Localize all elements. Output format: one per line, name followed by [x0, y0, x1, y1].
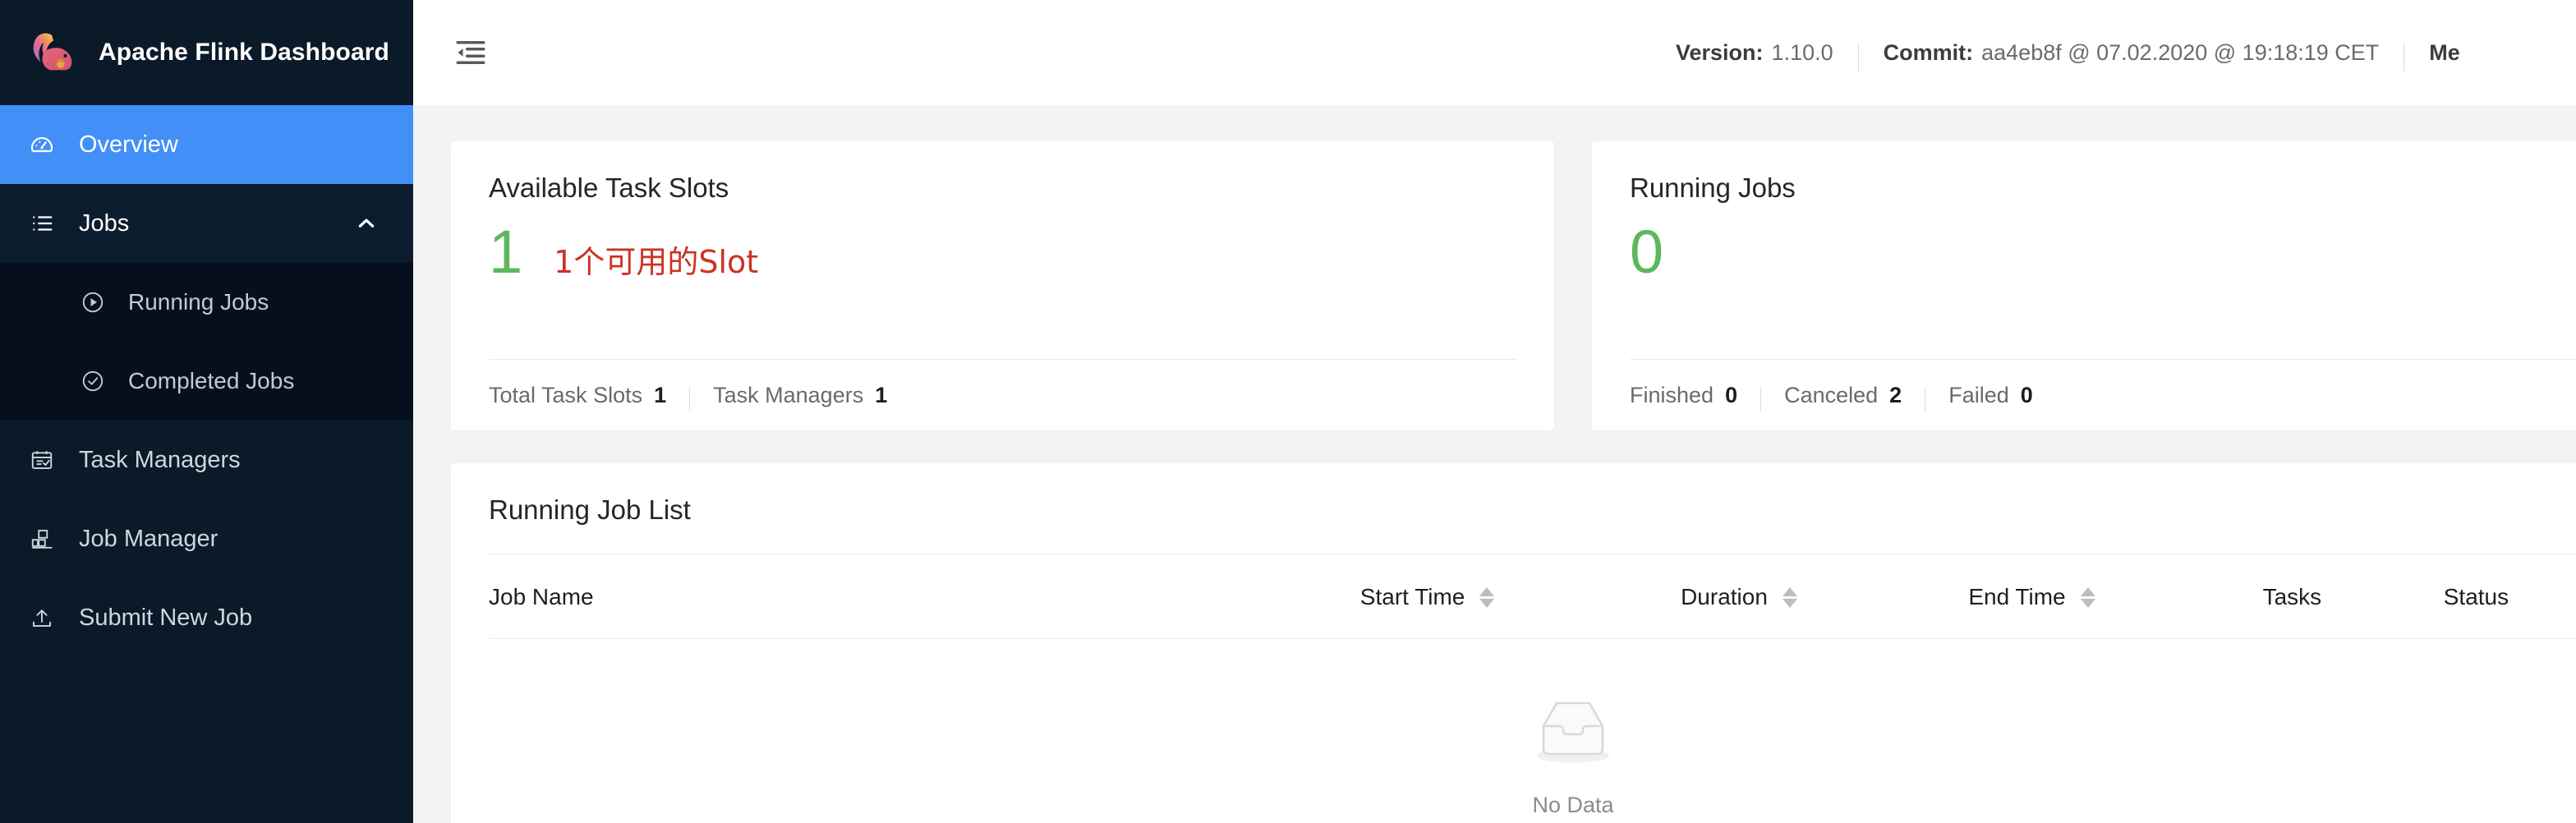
sort-arrows-icon[interactable]: [2080, 586, 2095, 608]
empty-state: No Data: [489, 639, 2576, 818]
stat-total-task-slots: Total Task Slots 1: [489, 383, 666, 408]
list-icon: [28, 209, 56, 237]
stat-label: Total Task Slots: [489, 382, 643, 407]
calendar-check-icon: [28, 446, 56, 474]
stat-label: Finished: [1630, 382, 1714, 407]
brand[interactable]: Apache Flink Dashboard: [0, 0, 413, 105]
stat-finished: Finished 0: [1630, 383, 1737, 408]
stat-value: 0: [2020, 382, 2033, 407]
available-slots-value: 1: [489, 218, 523, 286]
column-header-status[interactable]: Status: [2443, 554, 2576, 639]
sidebar-item-jobs[interactable]: Jobs: [0, 184, 413, 263]
commit-value: aa4eb8f @ 07.02.2020 @ 19:18:19 CET: [1981, 39, 2380, 65]
stat-label: Task Managers: [713, 382, 864, 407]
sidebar-item-label: Completed Jobs: [128, 368, 295, 393]
commit-meta: Commit: aa4eb8f @ 07.02.2020 @ 19:18:19 …: [1884, 40, 2380, 66]
column-label: Status: [2443, 584, 2509, 609]
column-label: Job Name: [489, 584, 594, 609]
topbar: Version: 1.10.0 Commit: aa4eb8f @ 07.02.…: [413, 0, 2576, 105]
stat-value: 1: [875, 382, 888, 407]
sidebar-item-submit-new-job[interactable]: Submit New Job: [0, 578, 413, 657]
running-jobs-value: 0: [1630, 218, 1664, 286]
column-header-start-time[interactable]: Start Time: [1359, 554, 1681, 639]
card-title: Available Task Slots: [489, 172, 729, 203]
summary-cards: Available Task Slots 1 1个可用的Slot Total T…: [451, 141, 2576, 430]
sidebar-item-label: Overview: [79, 131, 178, 158]
empty-state-label: No Data: [1532, 793, 1614, 817]
running-jobs-table: Job Name Start Time Duration End Time Ta…: [489, 554, 2576, 639]
content: Available Task Slots 1 1个可用的Slot Total T…: [413, 105, 2576, 823]
stat-value: 0: [1725, 382, 1738, 407]
sort-arrows-icon[interactable]: [1479, 586, 1495, 608]
slots-card-footer: Total Task Slots 1 Task Managers 1: [489, 360, 1516, 430]
card-title: Running Jobs: [1630, 172, 1796, 203]
play-circle-icon: [79, 288, 107, 316]
message-label: Me: [2429, 39, 2460, 65]
stat-failed: Failed 0: [1948, 383, 2033, 408]
sidebar-item-overview[interactable]: Overview: [0, 105, 413, 184]
blocks-layout-icon: [28, 525, 56, 553]
sidebar-item-label: Jobs: [79, 209, 130, 237]
stat-value: 2: [1889, 382, 1902, 407]
sidebar-item-completed-jobs[interactable]: Completed Jobs: [0, 342, 413, 421]
jobs-card-footer: Finished 0 Canceled 2 Failed 0: [1630, 360, 2576, 430]
column-label: End Time: [1968, 584, 2066, 609]
version-label: Version:: [1676, 39, 1764, 65]
column-header-job-name[interactable]: Job Name: [489, 554, 1360, 639]
column-header-duration[interactable]: Duration: [1681, 554, 1969, 639]
stat-label: Failed: [1948, 382, 2009, 407]
running-jobs-card: Running Jobs 0 Finished 0 Canceled 2 Fai…: [1592, 141, 2576, 430]
stat-value: 1: [654, 382, 667, 407]
upload-icon: [28, 604, 56, 632]
stat-task-managers: Task Managers 1: [713, 383, 887, 408]
sidebar-item-label: Submit New Job: [79, 604, 253, 631]
stat-divider: [689, 387, 691, 412]
check-circle-icon: [79, 367, 107, 395]
stat-divider: [1760, 387, 1762, 412]
stat-canceled: Canceled 2: [1784, 383, 1902, 408]
sidebar: Apache Flink Dashboard Overview Jobs Run…: [0, 0, 413, 823]
column-header-end-time[interactable]: End Time: [1968, 554, 2263, 639]
sidebar-item-task-managers[interactable]: Task Managers: [0, 421, 413, 499]
version-value: 1.10.0: [1771, 39, 1833, 65]
flink-squirrel-logo: [28, 27, 79, 78]
stat-label: Canceled: [1784, 382, 1879, 407]
sort-arrows-icon[interactable]: [1782, 586, 1797, 608]
commit-label: Commit:: [1883, 39, 1974, 65]
sidebar-item-label: Job Manager: [79, 525, 218, 552]
running-job-list-card: Running Job List Job Name Start Time Dur…: [451, 463, 2576, 823]
list-title: Running Job List: [489, 494, 691, 525]
chevron-up-icon[interactable]: [356, 213, 377, 234]
sidebar-item-label: Running Jobs: [128, 289, 269, 315]
flink-dashboard-app: Apache Flink Dashboard Overview Jobs Run…: [0, 0, 2576, 823]
sidebar-submenu-jobs: Running Jobs Completed Jobs: [0, 263, 413, 421]
table-header-row: Job Name Start Time Duration End Time Ta…: [489, 554, 2576, 639]
dashboard-gauge-icon: [28, 131, 56, 159]
version-meta: Version: 1.10.0: [1676, 40, 1833, 66]
meta-divider: [1857, 44, 1859, 71]
sidebar-item-job-manager[interactable]: Job Manager: [0, 499, 413, 578]
sidebar-item-running-jobs[interactable]: Running Jobs: [0, 263, 413, 342]
column-label: Tasks: [2262, 584, 2322, 609]
column-label: Duration: [1681, 584, 1768, 609]
sidebar-nav: Overview Jobs Running Jobs Completed Job…: [0, 105, 413, 657]
sidebar-item-label: Task Managers: [79, 446, 241, 473]
brand-title: Apache Flink Dashboard: [99, 39, 389, 66]
main-area: Version: 1.10.0 Commit: aa4eb8f @ 07.02.…: [413, 0, 2576, 823]
slots-value-row: 1 1个可用的Slot: [489, 209, 1516, 359]
menu-fold-icon[interactable]: [451, 33, 490, 72]
empty-inbox-icon: [1520, 690, 1626, 773]
jobs-value-row: 0: [1630, 209, 2576, 359]
topbar-meta: Version: 1.10.0 Commit: aa4eb8f @ 07.02.…: [1676, 0, 2460, 105]
column-label: Start Time: [1359, 584, 1465, 609]
available-task-slots-card: Available Task Slots 1 1个可用的Slot Total T…: [451, 141, 1554, 430]
column-header-tasks[interactable]: Tasks: [2262, 554, 2444, 639]
slots-annotation: 1个可用的Slot: [554, 244, 759, 280]
